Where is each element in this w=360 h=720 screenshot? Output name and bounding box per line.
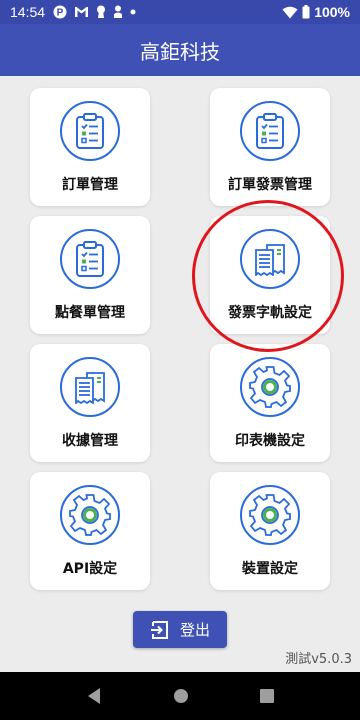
receipt-icon bbox=[60, 357, 120, 417]
notification-icons: P bbox=[53, 5, 136, 19]
logout-button[interactable]: 登出 bbox=[133, 611, 227, 648]
clipboard-icon bbox=[60, 101, 120, 161]
gear-icon bbox=[240, 485, 300, 545]
menu-order-management[interactable]: 訂單管理 bbox=[30, 88, 150, 206]
gear-icon bbox=[60, 485, 120, 545]
battery-icon bbox=[302, 5, 310, 19]
menu-label: 發票字軌設定 bbox=[228, 305, 312, 321]
dot-icon bbox=[130, 9, 136, 15]
person-icon bbox=[114, 5, 123, 18]
status-time: 14:54 bbox=[10, 4, 46, 20]
menu-invoice-track-settings[interactable]: 發票字軌設定 bbox=[210, 216, 330, 334]
menu-label: 訂單管理 bbox=[62, 177, 118, 193]
system-icons: 100% bbox=[282, 4, 350, 20]
app-title: 高鉅科技 bbox=[140, 39, 220, 64]
gmail-icon bbox=[75, 7, 89, 17]
version-label: 測試v5.0.3 bbox=[285, 652, 352, 667]
menu-order-invoice-management[interactable]: 訂單發票管理 bbox=[210, 88, 330, 206]
menu-label: 收據管理 bbox=[62, 433, 118, 449]
menu-meal-order-management[interactable]: 點餐單管理 bbox=[30, 216, 150, 334]
clipboard-icon bbox=[240, 101, 300, 161]
logout-icon bbox=[150, 620, 168, 639]
navigation-bar bbox=[0, 672, 360, 720]
gear-icon bbox=[240, 357, 300, 417]
app-bar: 高鉅科技 bbox=[0, 24, 360, 76]
menu-label: API設定 bbox=[62, 561, 118, 577]
menu-printer-settings[interactable]: 印表機設定 bbox=[210, 344, 330, 462]
home-icon[interactable] bbox=[173, 688, 189, 704]
menu-label: 訂單發票管理 bbox=[228, 177, 312, 193]
p-icon: P bbox=[53, 5, 67, 19]
keyhole-icon bbox=[97, 5, 106, 18]
menu-receipt-management[interactable]: 收據管理 bbox=[30, 344, 150, 462]
receipt-icon bbox=[240, 229, 300, 289]
menu-label: 印表機設定 bbox=[235, 433, 305, 449]
recents-icon[interactable] bbox=[260, 689, 275, 703]
clipboard-icon bbox=[60, 229, 120, 289]
wifi-icon bbox=[282, 6, 298, 18]
battery-percent: 100% bbox=[314, 4, 350, 20]
back-icon[interactable] bbox=[86, 687, 102, 705]
menu-label: 點餐單管理 bbox=[55, 305, 125, 321]
svg-text:P: P bbox=[57, 8, 64, 19]
menu-api-settings[interactable]: API設定 bbox=[30, 472, 150, 590]
menu-device-settings[interactable]: 裝置設定 bbox=[210, 472, 330, 590]
menu-label: 裝置設定 bbox=[242, 561, 298, 577]
logout-label: 登出 bbox=[179, 621, 210, 639]
status-bar: 14:54 P 100% bbox=[0, 0, 360, 24]
